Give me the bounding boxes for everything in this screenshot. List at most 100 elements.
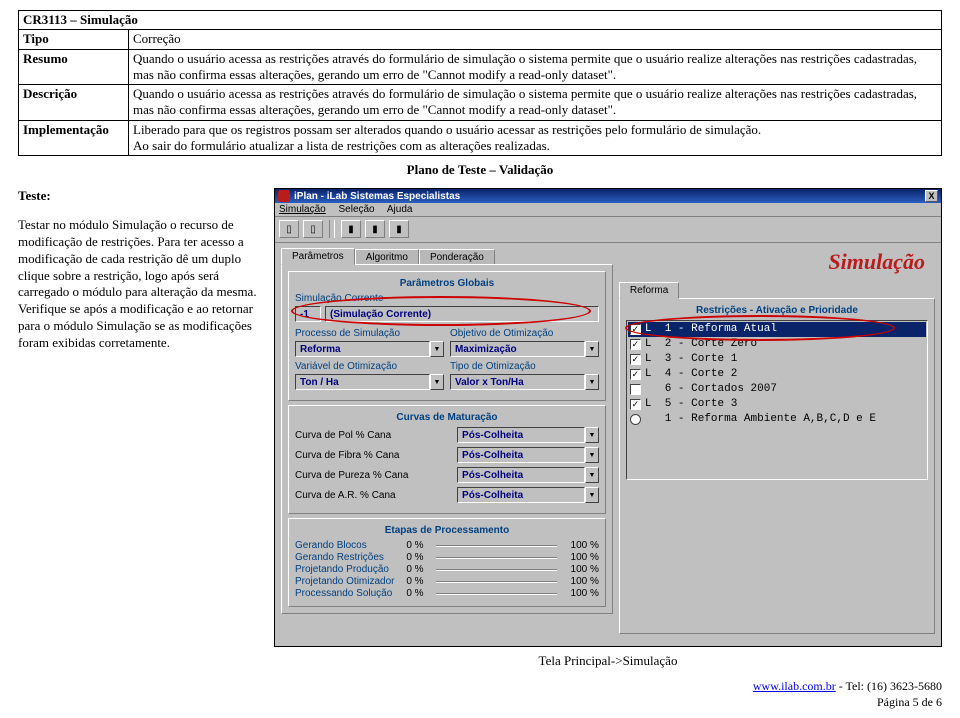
- curva-value: Pós-Colheita: [457, 427, 585, 443]
- chevron-down-icon[interactable]: ▼: [585, 467, 599, 483]
- progress-0: 0 %: [406, 552, 436, 563]
- group-etapas: Etapas de Processamento Gerando Blocos0 …: [288, 518, 606, 607]
- chevron-down-icon[interactable]: ▼: [585, 487, 599, 503]
- checkbox-icon[interactable]: ✓: [630, 339, 641, 350]
- iplan-window: iPlan - iLab Sistemas Especialistas X Si…: [274, 188, 942, 647]
- tool-3-icon[interactable]: ▮: [341, 220, 361, 238]
- tipo-otim-combo[interactable]: Valor x Ton/Ha ▼: [450, 374, 599, 390]
- chevron-down-icon[interactable]: ▼: [430, 341, 444, 357]
- obj-combo[interactable]: Maximização ▼: [450, 341, 599, 357]
- restricao-item[interactable]: ✓L 4 - Corte 2: [628, 367, 926, 382]
- progress-100: 100 %: [557, 576, 599, 587]
- checkbox-icon[interactable]: ✓: [630, 324, 641, 335]
- plan-title: Plano de Teste – Validação: [18, 162, 942, 178]
- progress-0: 0 %: [406, 588, 436, 599]
- menu-selecao[interactable]: Seleção: [338, 204, 374, 215]
- menu-simulacao[interactable]: Simulação: [279, 204, 326, 215]
- proc-combo[interactable]: Reforma ▼: [295, 341, 444, 357]
- footer-tel: - Tel: (16) 3623-5680: [836, 679, 942, 693]
- proc-value: Reforma: [295, 341, 430, 357]
- chevron-down-icon[interactable]: ▼: [585, 427, 599, 443]
- checkbox-icon[interactable]: [630, 384, 641, 395]
- tipo-otim-label: Tipo de Otimização: [450, 361, 599, 372]
- curva-combo[interactable]: Pós-Colheita▼: [457, 427, 599, 443]
- curva-label: Curva de Fibra % Cana: [295, 450, 451, 461]
- progress-100: 100 %: [557, 552, 599, 563]
- checkbox-icon[interactable]: ✓: [630, 399, 641, 410]
- sim-idx-field[interactable]: -1: [295, 306, 321, 322]
- progress-label: Gerando Blocos: [295, 540, 406, 551]
- progress-row: Processando Solução0 %100 %: [295, 588, 599, 599]
- chevron-down-icon[interactable]: ▼: [585, 447, 599, 463]
- tool-4-icon[interactable]: ▮: [365, 220, 385, 238]
- screenshot-caption: Tela Principal->Simulação: [274, 653, 942, 669]
- close-button[interactable]: X: [925, 190, 938, 202]
- progress-row: Projetando Produção0 %100 %: [295, 564, 599, 575]
- toolbar: ▯ ▯ ▮ ▮ ▮: [275, 217, 941, 243]
- progress-label: Processando Solução: [295, 588, 406, 599]
- progress-100: 100 %: [557, 540, 599, 551]
- restricoes-list[interactable]: ✓L 1 - Reforma Atual✓L 2 - Corte Zero✓L …: [626, 320, 928, 480]
- progress-0: 0 %: [406, 564, 436, 575]
- group-parametros-globais: Parâmetros Globais Simulação Corrente -1…: [288, 271, 606, 401]
- curva-combo[interactable]: Pós-Colheita▼: [457, 487, 599, 503]
- progress-bar: [436, 593, 557, 595]
- right-tabs: Reforma: [619, 281, 935, 298]
- tool-1-icon[interactable]: ▯: [279, 220, 299, 238]
- tipo-value: Correção: [129, 30, 942, 49]
- radio-icon[interactable]: [630, 414, 641, 425]
- group-title-curvas: Curvas de Maturação: [295, 412, 599, 423]
- cr-table: CR3113 – Simulação Tipo Correção Resumo …: [18, 10, 942, 156]
- restricao-text: L 3 - Corte 1: [645, 352, 737, 367]
- group-title-globais: Parâmetros Globais: [295, 278, 599, 289]
- teste-label: Teste:: [18, 188, 268, 205]
- curva-label: Curva de A.R. % Cana: [295, 490, 451, 501]
- restricao-text: L 1 - Reforma Atual: [645, 322, 777, 337]
- proc-label: Processo de Simulação: [295, 328, 444, 339]
- curva-combo[interactable]: Pós-Colheita▼: [457, 447, 599, 463]
- restricao-item[interactable]: ✓ L 1 - Reforma Atual: [628, 322, 926, 337]
- tool-5-icon[interactable]: ▮: [389, 220, 409, 238]
- checkbox-icon[interactable]: ✓: [630, 354, 641, 365]
- chevron-down-icon[interactable]: ▼: [585, 374, 599, 390]
- curva-label: Curva de Pol % Cana: [295, 430, 451, 441]
- restricao-item[interactable]: 6 - Cortados 2007: [628, 382, 926, 397]
- tipo-otim-value: Valor x Ton/Ha: [450, 374, 585, 390]
- left-panel: Parâmetros Globais Simulação Corrente -1…: [281, 264, 613, 614]
- menubar: Simulação Seleção Ajuda: [275, 203, 941, 217]
- restricao-item[interactable]: ✓L 2 - Corte Zero: [628, 337, 926, 352]
- group-title-etapas: Etapas de Processamento: [295, 525, 599, 536]
- obj-label: Objetivo de Otimização: [450, 328, 599, 339]
- curva-label: Curva de Pureza % Cana: [295, 470, 451, 481]
- tool-sep: [329, 220, 335, 238]
- sim-name-field[interactable]: (Simulação Corrente): [325, 306, 599, 322]
- restricao-item[interactable]: ✓ L 3 - Corte 1: [628, 352, 926, 367]
- var-label: Variável de Otimização: [295, 361, 444, 372]
- teste-text-block: Teste: Testar no módulo Simulação o recu…: [18, 188, 268, 669]
- tool-2-icon[interactable]: ▯: [303, 220, 323, 238]
- curva-combo[interactable]: Pós-Colheita▼: [457, 467, 599, 483]
- progress-label: Projetando Otimizador: [295, 576, 406, 587]
- tab-parametros[interactable]: Parâmetros: [281, 248, 355, 265]
- menu-ajuda[interactable]: Ajuda: [387, 204, 413, 215]
- restricao-item[interactable]: ✓L 5 - Corte 3: [628, 397, 926, 412]
- tab-reforma[interactable]: Reforma: [619, 282, 679, 299]
- var-combo[interactable]: Ton / Ha ▼: [295, 374, 444, 390]
- progress-bar: [436, 545, 557, 547]
- descricao-value: Quando o usuário acessa as restrições at…: [129, 85, 942, 121]
- descricao-label: Descrição: [19, 85, 129, 121]
- implementacao-label: Implementação: [19, 120, 129, 156]
- progress-0: 0 %: [406, 576, 436, 587]
- progress-row: Projetando Otimizador0 % 100 %: [295, 576, 599, 587]
- resumo-label: Resumo: [19, 49, 129, 85]
- progress-row: Gerando Restrições0 %100 %: [295, 552, 599, 563]
- restricao-item[interactable]: 1 - Reforma Ambiente A,B,C,D e E: [628, 412, 926, 427]
- checkbox-icon[interactable]: ✓: [630, 369, 641, 380]
- group-curvas: Curvas de Maturação Curva de Pol % Cana P…: [288, 405, 606, 514]
- chevron-down-icon[interactable]: ▼: [585, 341, 599, 357]
- footer-link[interactable]: www.ilab.com.br: [753, 679, 836, 693]
- app-icon: [278, 190, 290, 202]
- cr-title: CR3113 – Simulação: [19, 11, 942, 30]
- chevron-down-icon[interactable]: ▼: [430, 374, 444, 390]
- var-value: Ton / Ha: [295, 374, 430, 390]
